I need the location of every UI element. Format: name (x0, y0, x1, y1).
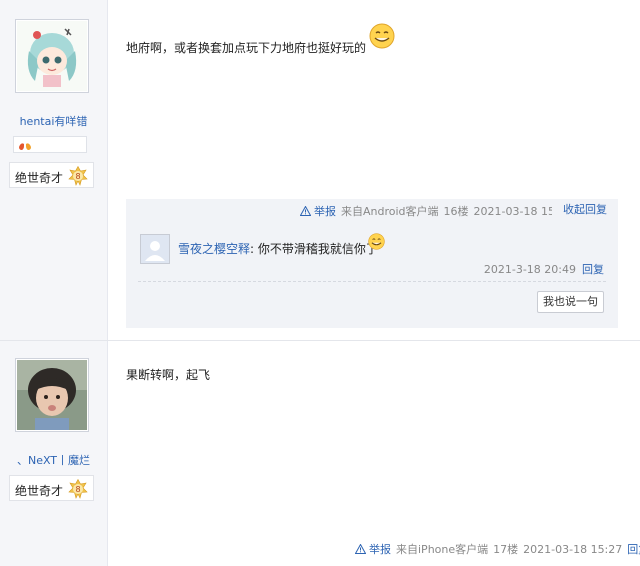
post-floor-16: hentai有咩错 绝世奇才 8 地府啊，或者换套加点玩下力地府也挺好玩的 举报 (0, 0, 640, 340)
user-icon-box (13, 136, 87, 153)
warning-icon (300, 206, 311, 216)
floor-number: 16楼 (443, 205, 469, 218)
avatar[interactable] (15, 19, 89, 93)
level-badge[interactable]: 绝世奇才 8 (9, 475, 94, 501)
report-label: 举报 (369, 543, 391, 556)
badge-level: 8 (75, 485, 80, 494)
default-avatar-image (141, 235, 169, 263)
sub-reply-user[interactable]: 雪夜之樱空释 (178, 242, 250, 256)
client-source: 来自iPhone客户端 (396, 543, 489, 556)
username[interactable]: hentai有咩错 (0, 113, 107, 129)
sub-reply-separator: : (250, 242, 258, 256)
star-badge-icon: 8 (68, 479, 88, 499)
sub-reply-text: 你不带滑稽我就信你了 (257, 242, 378, 256)
collapse-reply-button[interactable]: 收起回复 (552, 199, 618, 221)
post-tail: 举报 来自iPhone客户端 17楼 2021-03-18 15:27 回复 (355, 541, 640, 557)
report-link[interactable]: 举报 (355, 541, 391, 557)
floor-number: 17楼 (493, 543, 519, 556)
username[interactable]: 、NeXT丨魔烂 (0, 452, 107, 468)
post-content: 果断转啊，起飞 (126, 368, 211, 382)
sub-reply-meta: 2021-3-18 20:49 回复 (484, 261, 604, 277)
avatar[interactable] (15, 358, 89, 432)
smiley-face-icon (368, 233, 385, 250)
level-badge[interactable]: 绝世奇才 8 (9, 162, 94, 188)
sub-reply: 雪夜之樱空释: 你不带滑稽我就信你了 (178, 240, 378, 257)
badge-label: 绝世奇才 (15, 171, 64, 185)
report-label: 举报 (314, 205, 336, 218)
post-tail: 举报 来自Android客户端 16楼 2021-03-18 15:26 (300, 203, 573, 219)
reply-button[interactable]: 回复 (627, 541, 640, 557)
sub-reply-divider (138, 281, 606, 282)
say-something-button[interactable]: 我也说一句 (537, 291, 604, 313)
badge-label: 绝世奇才 (15, 484, 64, 498)
post-floor-17: 、NeXT丨魔烂 绝世奇才 8 果断转啊，起飞 举报 来自iPhone客户端 1… (0, 341, 640, 566)
post-content: 地府啊，或者换套加点玩下力地府也挺好玩的 (126, 41, 367, 55)
report-link[interactable]: 举报 (300, 203, 336, 219)
star-badge-icon: 8 (68, 166, 88, 186)
sub-reply-button[interactable]: 回复 (582, 263, 604, 276)
warning-icon (355, 544, 366, 554)
smiley-face-icon (369, 23, 395, 49)
badge-level: 8 (75, 172, 80, 181)
client-source: 来自Android客户端 (341, 205, 439, 218)
lungs-icon[interactable] (18, 139, 32, 151)
anime-avatar-image (17, 21, 87, 91)
default-avatar-icon[interactable] (140, 234, 170, 264)
sub-reply-time: 2021-3-18 20:49 (483, 263, 576, 276)
sub-reply-list: 雪夜之樱空释: 你不带滑稽我就信你了 2021-3-18 20:49 回复 我也说… (126, 221, 618, 328)
post-time: 2021-03-18 15:27 (523, 542, 623, 556)
child-photo-avatar-image (17, 360, 87, 430)
